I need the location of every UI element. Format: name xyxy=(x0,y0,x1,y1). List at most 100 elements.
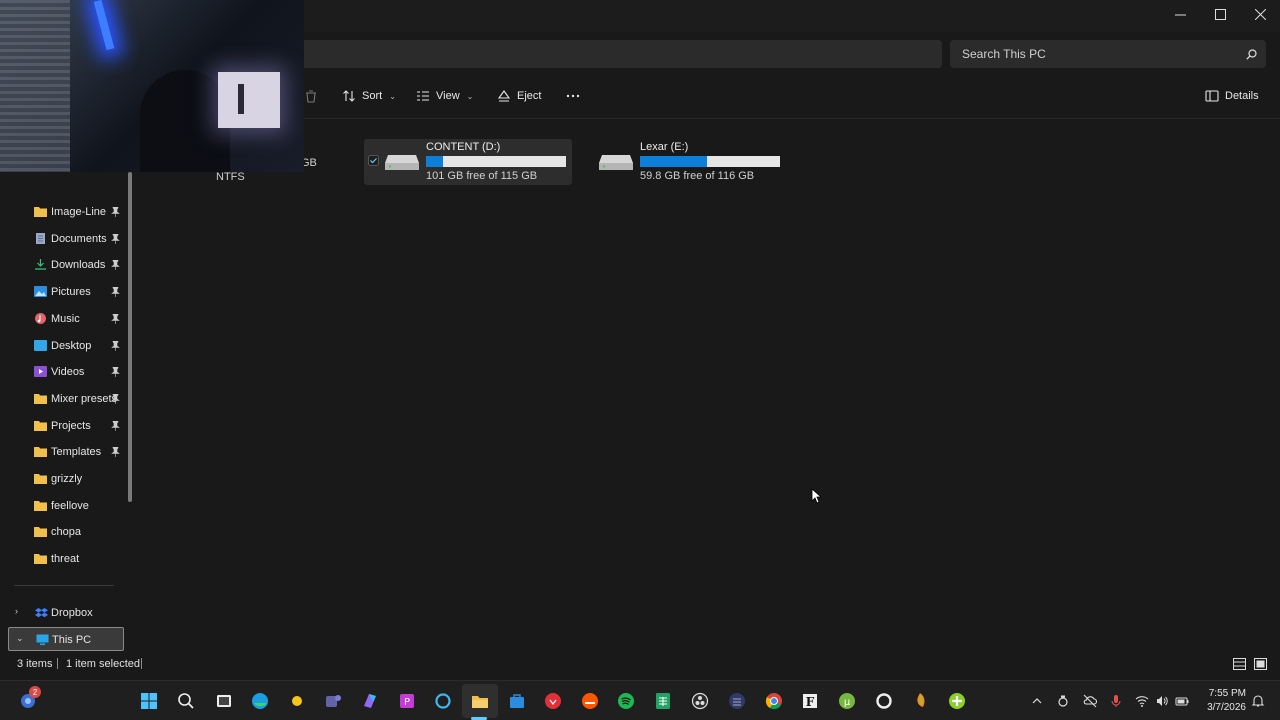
sidebar-item-dropbox[interactable]: › Dropbox xyxy=(8,601,124,625)
close-button[interactable] xyxy=(1240,0,1280,28)
search-box[interactable]: Search This PC xyxy=(950,40,1266,68)
monitor-glow xyxy=(218,72,280,128)
plus-icon xyxy=(949,693,965,709)
selection-count: 1 item selected xyxy=(66,658,140,670)
search-button[interactable] xyxy=(174,689,198,713)
window-blinds xyxy=(0,0,70,172)
close-icon xyxy=(1254,8,1266,20)
sidebar-item-desktop[interactable]: Desktop xyxy=(8,334,124,358)
chrome-app[interactable] xyxy=(762,689,786,713)
tiles-view-button[interactable] xyxy=(1252,656,1268,672)
more-icon xyxy=(566,94,580,98)
sidebar-item-projects[interactable]: Projects xyxy=(8,414,124,438)
drive-tile[interactable]: CONTENT (D:) 101 GB free of 115 GB xyxy=(364,139,572,185)
volume-button[interactable] xyxy=(1154,693,1170,709)
soundcloud-app[interactable] xyxy=(578,689,602,713)
window-controls xyxy=(1160,0,1280,28)
store-app[interactable] xyxy=(505,689,529,713)
pin-icon xyxy=(111,367,120,378)
tray-app-yellow[interactable] xyxy=(285,689,309,713)
sidebar-item-label: feellove xyxy=(51,499,89,512)
show-hidden-icons-button[interactable] xyxy=(1029,693,1045,709)
sidebar-item-music[interactable]: Music xyxy=(8,307,124,331)
folder-icon xyxy=(34,527,47,538)
tiles-view-icon xyxy=(1253,658,1267,670)
sidebar-item-downloads[interactable]: Downloads xyxy=(8,253,124,277)
sidebar-item-label: chopa xyxy=(51,526,81,539)
drive-usage-fill xyxy=(426,156,443,167)
wifi-icon xyxy=(1135,696,1149,707)
chrome-icon xyxy=(765,693,782,710)
edge-app[interactable] xyxy=(248,689,272,713)
ring-app[interactable] xyxy=(872,689,896,713)
drive-free-space: 101 GB free of 115 GB xyxy=(426,170,538,182)
file-explorer-app[interactable] xyxy=(468,689,492,713)
clock-time: 7:55 PM xyxy=(1208,688,1246,699)
tray-app-2[interactable] xyxy=(1082,693,1098,709)
sidebar-scrollbar[interactable] xyxy=(128,172,132,502)
drive-tile[interactable]: Lexar (E:) 59.8 GB free of 116 GB xyxy=(598,139,788,185)
eject-button[interactable]: Eject xyxy=(497,85,541,107)
network-button[interactable] xyxy=(1134,693,1150,709)
task-view-button[interactable] xyxy=(212,689,236,713)
person-silhouette xyxy=(140,70,230,172)
chevron-down-icon: ⌄ xyxy=(466,91,474,101)
details-button[interactable]: Details xyxy=(1205,85,1259,107)
details-pane-icon xyxy=(1205,90,1219,102)
sidebar-item-image-line[interactable]: Image-Line xyxy=(8,200,124,224)
sidebar-item-videos[interactable]: Videos xyxy=(8,360,124,384)
f-app[interactable]: F xyxy=(798,689,822,713)
tray-app-3[interactable] xyxy=(1108,693,1124,709)
svg-text:µ: µ xyxy=(844,697,851,708)
green-plus-app[interactable] xyxy=(945,689,969,713)
selection-check-icon[interactable] xyxy=(368,155,379,166)
tray-app-1[interactable] xyxy=(1055,693,1071,709)
start-button[interactable] xyxy=(137,689,161,713)
sidebar-item-templates[interactable]: Templates xyxy=(8,440,124,464)
speaker-icon xyxy=(1157,696,1168,706)
red-app[interactable] xyxy=(541,689,565,713)
obs-app[interactable] xyxy=(688,689,712,713)
svg-text:P: P xyxy=(404,697,410,708)
copilot-app[interactable] xyxy=(358,689,382,713)
sidebar-item-threat[interactable]: threat xyxy=(8,547,124,571)
chevron-up-icon xyxy=(1032,698,1042,704)
minimize-button[interactable] xyxy=(1160,0,1200,28)
sidebar-item-grizzly[interactable]: grizzly xyxy=(8,467,124,491)
details-view-button[interactable] xyxy=(1231,656,1247,672)
spotify-app[interactable] xyxy=(614,689,638,713)
obs-icon xyxy=(691,692,709,710)
system-clock[interactable]: 7:55 PM 3/7/2026 xyxy=(1200,687,1246,715)
view-button[interactable]: View ⌄ xyxy=(416,85,473,107)
sidebar-item-mixer-presets[interactable]: Mixer presets xyxy=(8,387,124,411)
cortana-app[interactable] xyxy=(431,689,455,713)
sidebar-item-this-pc[interactable]: ⌄ This PC xyxy=(8,627,124,651)
sidebar-item-chopa[interactable]: chopa xyxy=(8,520,124,544)
address-bar[interactable] xyxy=(300,40,942,68)
drive-usage-bar xyxy=(640,156,780,167)
search-icon xyxy=(1236,48,1266,60)
maximize-button[interactable] xyxy=(1200,0,1240,28)
sidebar-item-pictures[interactable]: Pictures xyxy=(8,280,124,304)
delete-button[interactable] xyxy=(304,85,318,107)
edge-icon xyxy=(252,693,268,709)
calculator-app[interactable] xyxy=(725,689,749,713)
chevron-down-icon: ⌄ xyxy=(389,91,396,101)
dropbox-icon xyxy=(35,608,48,618)
battery-button[interactable] xyxy=(1174,693,1190,709)
more-options-button[interactable] xyxy=(566,85,580,107)
sidebar-item-label: This PC xyxy=(52,634,92,646)
notifications-button[interactable] xyxy=(1250,693,1266,709)
sidebar-item-feellove[interactable]: feellove xyxy=(8,494,124,518)
utorrent-app[interactable]: µ xyxy=(835,689,859,713)
teams-app[interactable] xyxy=(321,689,345,713)
status-bar: 3 items 1 item selected xyxy=(0,654,1280,674)
purple-app[interactable]: P xyxy=(395,689,419,713)
sidebar-item-documents[interactable]: Documents xyxy=(8,227,124,251)
sort-button[interactable]: Sort ⌄ xyxy=(342,85,396,107)
pin-icon xyxy=(111,340,120,351)
content-area: GB NTFS CONTENT (D:) 101 GB free of 115 G… xyxy=(138,120,1280,658)
fl-studio-app[interactable] xyxy=(908,689,932,713)
sheets-app[interactable] xyxy=(651,689,675,713)
pictures-icon xyxy=(34,286,47,298)
